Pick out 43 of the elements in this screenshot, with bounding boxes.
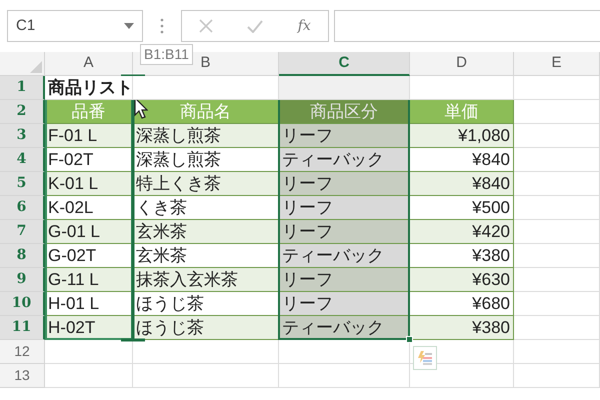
- mouse-pointer-icon: [134, 97, 148, 119]
- column-header[interactable]: D: [410, 52, 514, 76]
- row-header[interactable]: 12: [0, 340, 45, 364]
- row-header[interactable]: 3: [0, 124, 45, 148]
- checkmark-icon[interactable]: [247, 20, 264, 32]
- column-heading: 商品名: [133, 100, 279, 124]
- name-box[interactable]: C1: [7, 10, 143, 42]
- table-cell: リーフ: [279, 292, 410, 316]
- column-heading: 商品区分: [279, 100, 410, 124]
- row-header[interactable]: 5: [0, 172, 45, 196]
- insert-function-button[interactable]: fx: [298, 16, 311, 36]
- row-header[interactable]: 1: [0, 76, 45, 100]
- column-header[interactable]: E: [514, 52, 600, 76]
- table-title: 商品リスト: [45, 76, 133, 100]
- table-cell: リーフ: [279, 220, 410, 244]
- cancel-icon[interactable]: [199, 19, 214, 33]
- column-header[interactable]: C: [279, 52, 410, 76]
- row-header[interactable]: 8: [0, 244, 45, 268]
- row-header[interactable]: 2: [0, 100, 45, 124]
- column-header[interactable]: A: [45, 52, 133, 76]
- table-cell: ティーバック: [279, 316, 410, 340]
- formula-input[interactable]: [334, 10, 600, 42]
- row-header[interactable]: 11: [0, 316, 45, 340]
- select-all-triangle-icon[interactable]: [30, 61, 42, 73]
- column-heading: 品番: [45, 100, 133, 124]
- table-cell: リーフ: [279, 196, 410, 220]
- cell-reference: C1: [16, 16, 36, 36]
- row-header[interactable]: 4: [0, 148, 45, 172]
- row-header[interactable]: 6: [0, 196, 45, 220]
- column-heading: 単価: [410, 100, 514, 124]
- vertical-dots-icon: [160, 18, 164, 34]
- dropdown-caret-icon: [124, 23, 134, 29]
- row-header[interactable]: 10: [0, 292, 45, 316]
- table-cell: リーフ: [279, 172, 410, 196]
- row-header[interactable]: 7: [0, 220, 45, 244]
- table-cell: リーフ: [279, 124, 410, 148]
- table-cell: ティーバック: [279, 148, 410, 172]
- range-tooltip: B1:B11: [140, 44, 193, 65]
- table-cell: ティーバック: [279, 244, 410, 268]
- row-header[interactable]: 9: [0, 268, 45, 292]
- row-header[interactable]: 13: [0, 364, 45, 388]
- fill-handle[interactable]: [406, 336, 413, 343]
- table-cell: リーフ: [279, 268, 410, 292]
